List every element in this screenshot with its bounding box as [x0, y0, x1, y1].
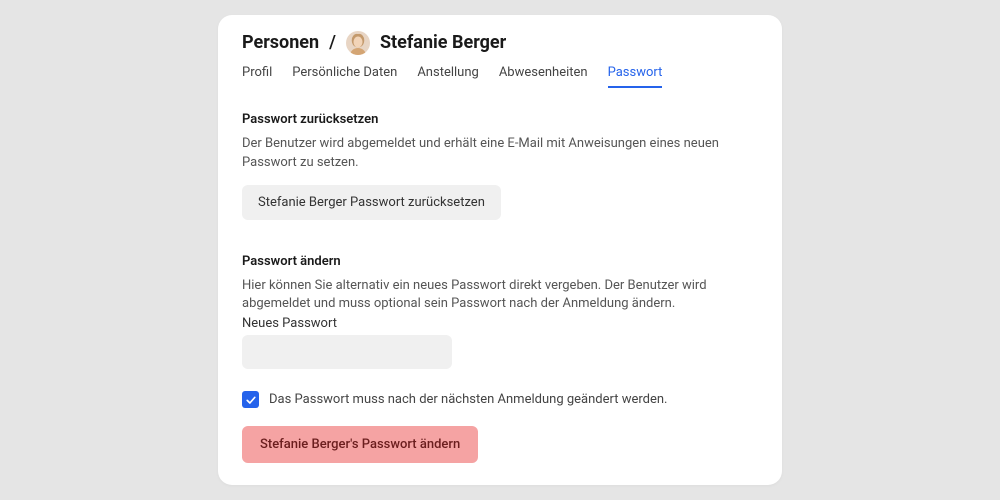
tab-abwesenheiten[interactable]: Abwesenheiten: [499, 65, 588, 88]
password-panel: Personen / Stefanie Berger Profil Persön…: [218, 15, 782, 485]
tab-profil[interactable]: Profil: [242, 65, 272, 88]
change-section-description: Hier können Sie alternativ ein neues Pas…: [242, 277, 758, 315]
force-change-checkbox[interactable]: [242, 391, 259, 408]
reset-section-title: Passwort zurücksetzen: [242, 112, 758, 127]
change-section-title: Passwort ändern: [242, 254, 758, 269]
tab-passwort[interactable]: Passwort: [608, 65, 663, 88]
change-password-button[interactable]: Stefanie Berger's Passwort ändern: [242, 426, 478, 463]
tab-persoenliche-daten[interactable]: Persönliche Daten: [292, 65, 397, 88]
breadcrumb-current: Stefanie Berger: [380, 32, 506, 53]
new-password-label: Neues Passwort: [242, 316, 758, 331]
breadcrumb: Personen / Stefanie Berger: [242, 31, 758, 55]
force-change-checkbox-row: Das Passwort muss nach der nächsten Anme…: [242, 391, 758, 408]
force-change-checkbox-label: Das Passwort muss nach der nächsten Anme…: [269, 392, 668, 407]
breadcrumb-parent[interactable]: Personen: [242, 32, 319, 53]
tabs: Profil Persönliche Daten Anstellung Abwe…: [242, 65, 758, 88]
breadcrumb-separator: /: [329, 32, 336, 53]
reset-section-description: Der Benutzer wird abgemeldet und erhält …: [242, 135, 758, 173]
check-icon: [245, 394, 257, 406]
tab-anstellung[interactable]: Anstellung: [417, 65, 478, 88]
avatar: [346, 31, 370, 55]
reset-password-section: Passwort zurücksetzen Der Benutzer wird …: [242, 112, 758, 220]
new-password-input[interactable]: [242, 335, 452, 369]
reset-password-button[interactable]: Stefanie Berger Passwort zurücksetzen: [242, 185, 501, 220]
change-password-section: Passwort ändern Hier können Sie alternat…: [242, 254, 758, 464]
